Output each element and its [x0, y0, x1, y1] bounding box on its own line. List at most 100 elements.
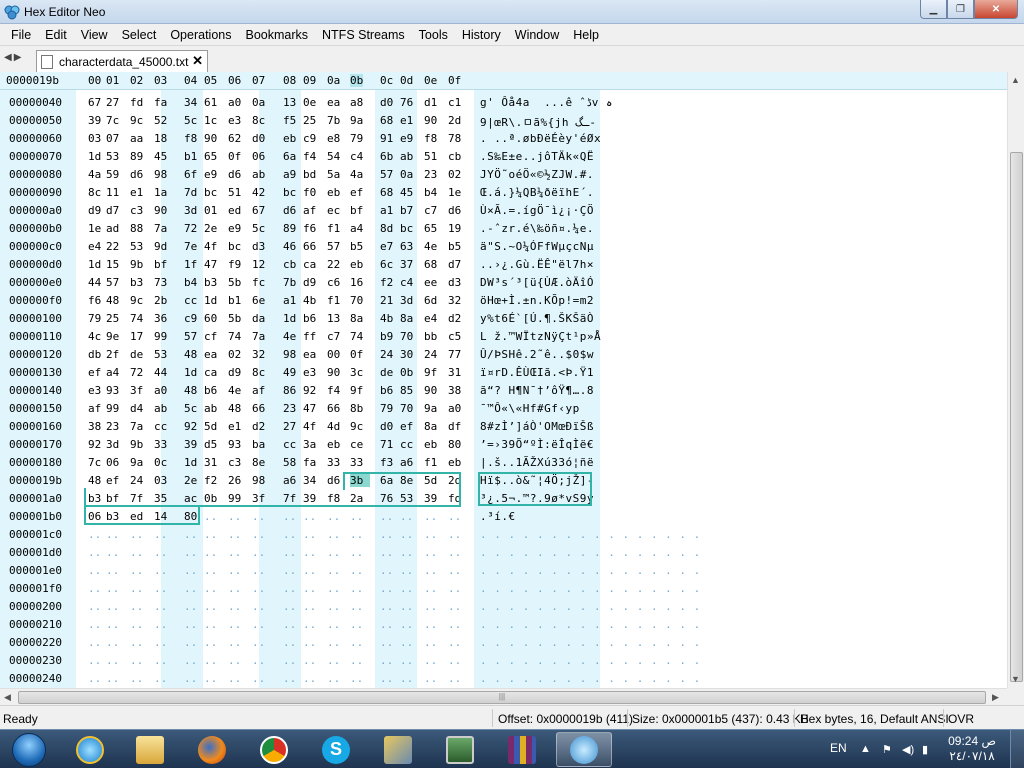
hex-byte[interactable]: eb	[424, 438, 444, 451]
hex-byte[interactable]: 4e	[283, 330, 303, 343]
hex-byte[interactable]: 11	[106, 186, 126, 199]
start-button[interactable]	[4, 731, 54, 768]
hex-byte[interactable]: f4	[327, 384, 347, 397]
empty-byte-placeholder[interactable]: ..	[303, 528, 323, 541]
hex-byte[interactable]: f2	[380, 276, 400, 289]
clock[interactable]: 09:24 ص ٢٤/٠٧/١٨	[948, 734, 996, 764]
hex-byte[interactable]: af	[88, 402, 108, 415]
hex-byte[interactable]: 33	[350, 456, 370, 469]
hex-byte[interactable]: f1	[424, 456, 444, 469]
empty-byte-placeholder[interactable]: ..	[400, 672, 420, 685]
hex-byte[interactable]: d7	[106, 204, 126, 217]
empty-byte-placeholder[interactable]: ..	[228, 510, 248, 523]
empty-byte-placeholder[interactable]: ..	[448, 528, 468, 541]
hex-byte[interactable]: 79	[88, 312, 108, 325]
taskbar-explorer[interactable]	[122, 732, 178, 767]
hex-byte[interactable]: de	[130, 348, 150, 361]
empty-byte-placeholder[interactable]: ..	[130, 546, 150, 559]
hex-byte[interactable]: 72	[184, 222, 204, 235]
hex-row[interactable]: 000000a0 d9 d7 c3 90 3d 01 ed 67 d6 af ec bf a1 b7 c7 d6…	[0, 202, 1007, 220]
hex-byte[interactable]: 37	[400, 258, 420, 271]
hex-byte[interactable]: 77	[448, 348, 468, 361]
hex-row[interactable]: 000000d0 1d 15 9b bf 1f 47 f9 12 cb ca 22 eb 6c 37 68 d7…	[0, 256, 1007, 274]
hex-row[interactable]: 00000200................................…	[0, 598, 1007, 616]
hex-byte[interactable]: b5	[448, 240, 468, 253]
ascii-text[interactable]: ’=›39Õ“ºÌ:ëÎqÌë€	[480, 438, 594, 451]
hex-byte[interactable]: 98	[252, 474, 272, 487]
hex-byte[interactable]: 38	[448, 384, 468, 397]
hex-byte[interactable]: 6c	[380, 258, 400, 271]
hex-byte[interactable]: 2e	[204, 222, 224, 235]
empty-byte-placeholder[interactable]: ..	[204, 618, 224, 631]
empty-byte-placeholder[interactable]: ..	[88, 618, 108, 631]
menu-tools[interactable]: Tools	[412, 28, 455, 42]
hex-byte[interactable]: c4	[400, 276, 420, 289]
hex-byte[interactable]: 06	[88, 510, 108, 523]
empty-byte-placeholder[interactable]: ..	[252, 618, 272, 631]
ascii-text[interactable]: . . . . . . . . . . . . . . . .	[480, 618, 701, 631]
hex-byte[interactable]: 36	[154, 312, 174, 325]
hex-byte[interactable]: df	[448, 420, 468, 433]
hex-byte[interactable]: ec	[327, 204, 347, 217]
hex-byte[interactable]: 90	[204, 132, 224, 145]
empty-byte-placeholder[interactable]: ..	[252, 546, 272, 559]
hex-byte[interactable]: 48	[184, 348, 204, 361]
empty-byte-placeholder[interactable]: ..	[252, 564, 272, 577]
empty-byte-placeholder[interactable]: ..	[106, 582, 126, 595]
empty-byte-placeholder[interactable]: ..	[130, 564, 150, 577]
hex-byte[interactable]: 8d	[380, 222, 400, 235]
hex-byte[interactable]: 57	[106, 276, 126, 289]
hex-byte[interactable]: a6	[283, 474, 303, 487]
hex-byte[interactable]: c1	[448, 96, 468, 109]
empty-byte-placeholder[interactable]: ..	[154, 636, 174, 649]
empty-byte-placeholder[interactable]: ..	[400, 618, 420, 631]
empty-byte-placeholder[interactable]: ..	[228, 654, 248, 667]
ascii-text[interactable]: ..›¿.Gù.ËÊ"ël7h×	[480, 258, 594, 271]
hex-row[interactable]: 00000100 79 25 74 36 c9 60 5b da 1d b6 13 8a 4b 8a e4 d2…	[0, 310, 1007, 328]
hex-byte[interactable]: 99	[106, 402, 126, 415]
empty-byte-placeholder[interactable]: ..	[252, 654, 272, 667]
hex-row[interactable]: 00000120 db 2f de 53 48 ea 02 32 98 ea 00 0f 24 30 24 77…	[0, 346, 1007, 364]
hex-row[interactable]: 0000019b 48 ef 24 03 2e f2 26 98 a6 34 d6 3b 6a 8e 5d 2d…	[0, 472, 1007, 490]
hex-byte[interactable]: bc	[204, 186, 224, 199]
hex-byte[interactable]: 63	[400, 240, 420, 253]
hex-byte[interactable]: 48	[88, 474, 108, 487]
hex-row[interactable]: 00000170 92 3d 9b 33 39 d5 93 ba cc 3a eb ce 71 cc eb 80…	[0, 436, 1007, 454]
hex-byte[interactable]: 91	[380, 132, 400, 145]
hex-byte[interactable]: b3	[88, 492, 108, 505]
hex-byte[interactable]: 07	[106, 132, 126, 145]
hex-byte[interactable]: 22	[327, 258, 347, 271]
hex-byte[interactable]: d4	[130, 402, 150, 415]
hex-byte[interactable]: 25	[303, 114, 323, 127]
hex-byte[interactable]: 5b	[228, 312, 248, 325]
hex-byte[interactable]: 7f	[130, 492, 150, 505]
hex-byte[interactable]: 24	[380, 348, 400, 361]
scroll-right-icon[interactable]: ▶	[992, 692, 999, 703]
scroll-down-icon[interactable]: ▼	[1011, 674, 1020, 684]
empty-byte-placeholder[interactable]: ..	[88, 582, 108, 595]
hex-byte[interactable]: b7	[400, 204, 420, 217]
empty-byte-placeholder[interactable]: ..	[327, 528, 347, 541]
hex-byte[interactable]: bf	[106, 492, 126, 505]
hex-byte[interactable]: 39	[88, 114, 108, 127]
hex-byte[interactable]: 89	[130, 150, 150, 163]
empty-byte-placeholder[interactable]: ..	[424, 510, 444, 523]
empty-byte-placeholder[interactable]: ..	[154, 582, 174, 595]
hex-byte[interactable]: 34	[184, 96, 204, 109]
hex-row[interactable]: 00000080 4a 59 d6 98 6f e9 d6 ab a9 bd 5a 4a 57 0a 23 02…	[0, 166, 1007, 184]
hex-byte[interactable]: 61	[204, 96, 224, 109]
hex-byte[interactable]: 0b	[204, 492, 224, 505]
hex-byte[interactable]: 47	[303, 402, 323, 415]
hex-byte[interactable]: 33	[327, 456, 347, 469]
empty-byte-placeholder[interactable]: ..	[283, 546, 303, 559]
menu-edit[interactable]: Edit	[38, 28, 74, 42]
taskbar-monitor[interactable]	[432, 732, 488, 767]
hex-byte[interactable]: f0	[303, 186, 323, 199]
empty-byte-placeholder[interactable]: ..	[350, 528, 370, 541]
menu-ntfs-streams[interactable]: NTFS Streams	[315, 28, 412, 42]
hex-byte[interactable]: 90	[424, 114, 444, 127]
hex-byte[interactable]: 47	[204, 258, 224, 271]
hex-byte[interactable]: f8	[424, 132, 444, 145]
empty-byte-placeholder[interactable]: ..	[184, 672, 204, 685]
empty-byte-placeholder[interactable]: ..	[106, 654, 126, 667]
